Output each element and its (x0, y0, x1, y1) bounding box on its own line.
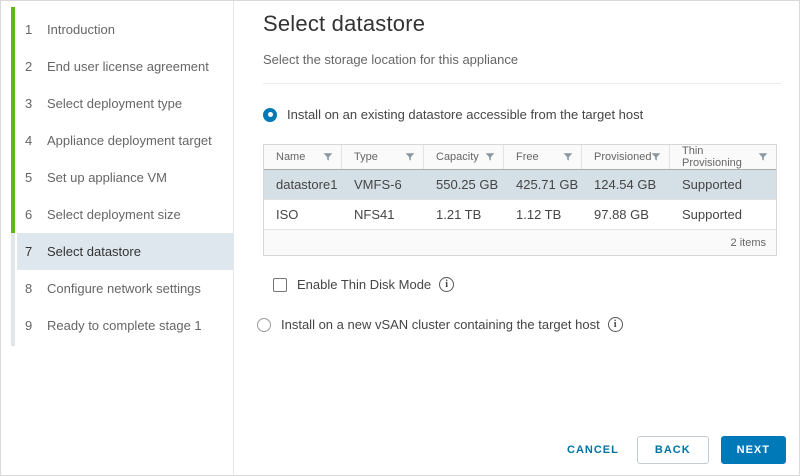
step-number: 6 (25, 207, 33, 222)
wizard-window: 1 Introduction 2 End user license agreem… (0, 0, 800, 476)
cell-type: NFS41 (354, 207, 395, 222)
thin-disk-label: Enable Thin Disk Mode (297, 277, 432, 292)
option-vsan-cluster[interactable]: Install on a new vSAN cluster containing… (257, 317, 781, 332)
step-number: 4 (25, 133, 33, 148)
sidebar-item-deployment-type[interactable]: 3 Select deployment type (17, 85, 233, 122)
step-number: 3 (25, 96, 33, 111)
cell-thin-provisioning: Supported (682, 177, 742, 192)
sidebar-item-deployment-target[interactable]: 4 Appliance deployment target (17, 122, 233, 159)
cell-name: datastore1 (276, 177, 338, 192)
filter-icon[interactable] (405, 152, 415, 162)
option-thin-disk-mode[interactable]: Enable Thin Disk Mode i (273, 277, 781, 292)
filter-icon[interactable] (485, 152, 495, 162)
step-list: 1 Introduction 2 End user license agreem… (17, 11, 233, 344)
step-number: 9 (25, 318, 33, 333)
step-number: 5 (25, 170, 33, 185)
step-label: Configure network settings (47, 281, 201, 296)
back-button[interactable]: BACK (636, 436, 709, 464)
step-number: 2 (25, 59, 33, 74)
radio-selected-icon[interactable] (263, 107, 277, 122)
cell-free: 1.12 TB (516, 207, 562, 222)
step-label: Select datastore (47, 244, 141, 259)
column-header-thin-provisioning: Thin Provisioning (670, 145, 776, 169)
cell-name: ISO (276, 207, 299, 222)
table-header-row: Name Type Capacity Free Provisioned Thin… (264, 145, 776, 170)
step-number: 1 (25, 22, 33, 37)
cancel-button[interactable]: CANCEL (557, 436, 629, 464)
column-header-name: Name (264, 145, 342, 169)
step-label: Ready to complete stage 1 (47, 318, 202, 333)
cell-capacity: 1.21 TB (436, 207, 482, 222)
column-header-free: Free (504, 145, 582, 169)
option-existing-datastore-label: Install on an existing datastore accessi… (287, 107, 644, 122)
cell-capacity: 550.25 GB (436, 177, 499, 192)
wizard-footer-buttons: CANCEL BACK NEXT (557, 436, 786, 464)
filter-icon[interactable] (758, 152, 768, 162)
sidebar-item-eula[interactable]: 2 End user license agreement (17, 48, 233, 85)
cell-provisioned: 97.88 GB (594, 207, 649, 222)
next-button[interactable]: NEXT (720, 436, 786, 464)
sidebar-item-setup-vm[interactable]: 5 Set up appliance VM (17, 159, 233, 196)
sidebar-item-introduction[interactable]: 1 Introduction (17, 11, 233, 48)
filter-icon[interactable] (323, 152, 333, 162)
wizard-step-sidebar: 1 Introduction 2 End user license agreem… (1, 1, 234, 475)
filter-icon[interactable] (563, 152, 573, 162)
sidebar-item-deployment-size[interactable]: 6 Select deployment size (17, 196, 233, 233)
step-label: End user license agreement (47, 59, 209, 74)
column-header-type: Type (342, 145, 424, 169)
step-number: 7 (25, 244, 33, 259)
sidebar-item-select-datastore[interactable]: 7 Select datastore (17, 233, 233, 270)
step-label: Set up appliance VM (47, 170, 167, 185)
cell-provisioned: 124.54 GB (594, 177, 657, 192)
header-divider (263, 83, 781, 84)
column-header-provisioned: Provisioned (582, 145, 670, 169)
step-number: 8 (25, 281, 33, 296)
sidebar-item-network-settings[interactable]: 8 Configure network settings (17, 270, 233, 307)
filter-icon[interactable] (651, 152, 661, 162)
cell-thin-provisioning: Supported (682, 207, 742, 222)
step-label: Select deployment size (47, 207, 181, 222)
step-label: Select deployment type (47, 96, 183, 111)
sidebar-item-ready-to-complete[interactable]: 9 Ready to complete stage 1 (17, 307, 233, 344)
page-subtitle: Select the storage location for this app… (263, 52, 519, 67)
info-icon[interactable]: i (607, 317, 623, 332)
table-footer: 2 items (264, 230, 776, 255)
table-row-iso[interactable]: ISO NFS41 1.21 TB 1.12 TB 97.88 GB Suppo… (264, 200, 776, 230)
page-title: Select datastore (263, 11, 426, 36)
cell-type: VMFS-6 (354, 177, 402, 192)
info-icon[interactable]: i (439, 277, 455, 292)
main-content: Select datastore Select the storage loca… (234, 1, 799, 475)
datastore-table: Name Type Capacity Free Provisioned Thin… (263, 144, 777, 256)
radio-unselected-icon[interactable] (257, 317, 271, 332)
vsan-label: Install on a new vSAN cluster containing… (281, 317, 600, 332)
step-label: Introduction (47, 22, 115, 37)
column-header-capacity: Capacity (424, 145, 504, 169)
progress-fill (11, 7, 15, 233)
items-count: 2 items (730, 236, 766, 249)
option-existing-datastore[interactable]: Install on an existing datastore accessi… (263, 107, 781, 122)
table-row-datastore1[interactable]: datastore1 VMFS-6 550.25 GB 425.71 GB 12… (264, 170, 776, 200)
checkbox-icon[interactable] (273, 277, 287, 292)
progress-track (11, 7, 15, 346)
cell-free: 425.71 GB (516, 177, 579, 192)
step-label: Appliance deployment target (47, 133, 212, 148)
